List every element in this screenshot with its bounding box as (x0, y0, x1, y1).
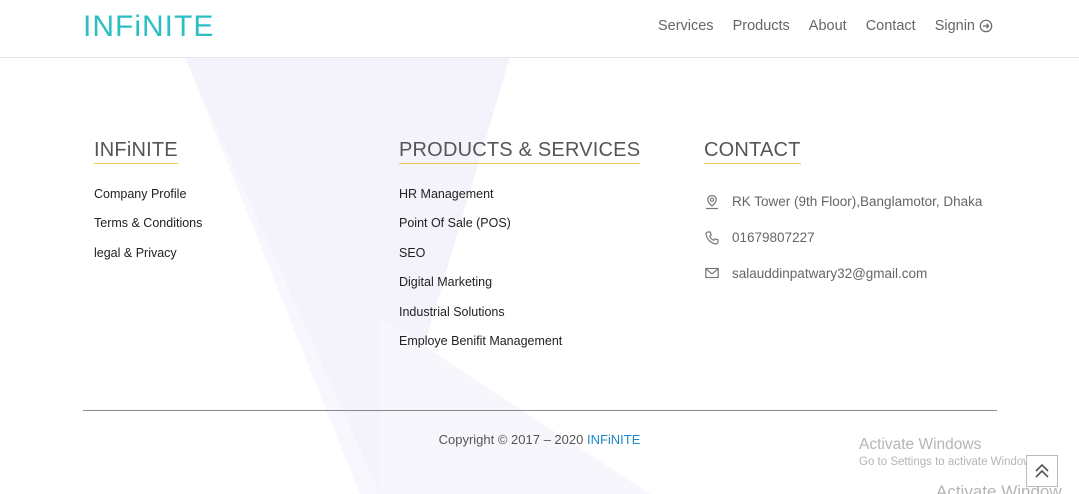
contact-title: CONTACT (704, 139, 801, 164)
main-nav: Services Products About Contact Signin (658, 18, 993, 34)
nav-about[interactable]: About (809, 18, 847, 34)
link-employee-benefit[interactable]: Employe Benifit Management (399, 333, 640, 362)
nav-services[interactable]: Services (658, 18, 714, 34)
copyright-text: Copyright © 2017 – 2020 (438, 432, 587, 447)
contact-address: RK Tower (9th Floor),Banglamotor, Dhaka (704, 184, 982, 220)
arrow-circle-right-icon (979, 19, 993, 33)
nav-signin-label: Signin (934, 18, 975, 34)
footer-company-column: INFiNITE Company Profile Terms & Conditi… (94, 139, 202, 274)
site-header: INFiNITE Services Products About Contact… (0, 0, 1079, 58)
contact-phone: 01679807227 (704, 220, 982, 256)
scroll-to-top-button[interactable] (1026, 455, 1058, 487)
link-company-profile[interactable]: Company Profile (94, 186, 202, 215)
copyright-brand-link[interactable]: INFiNITE (587, 432, 640, 447)
nav-products[interactable]: Products (733, 18, 790, 34)
phone-icon (705, 231, 719, 245)
products-links: HR Management Point Of Sale (POS) SEO Di… (399, 186, 640, 362)
contact-list: RK Tower (9th Floor),Banglamotor, Dhaka … (704, 184, 982, 291)
double-chevron-up-icon (1035, 463, 1049, 478)
watermark-title: Activate Windows (859, 436, 982, 453)
link-industrial-solutions[interactable]: Industrial Solutions (399, 304, 640, 333)
email-text[interactable]: salauddinpatwary32@gmail.com (732, 266, 927, 281)
link-terms-conditions[interactable]: Terms & Conditions (94, 215, 202, 244)
link-hr-management[interactable]: HR Management (399, 186, 640, 215)
footer-products-column: PRODUCTS & SERVICES HR Management Point … (399, 139, 641, 362)
brand-logo[interactable]: INFiNITE (83, 9, 214, 45)
nav-signin[interactable]: Signin (935, 18, 993, 34)
envelope-icon (705, 268, 719, 279)
footer-divider (83, 410, 997, 411)
nav-contact[interactable]: Contact (866, 18, 916, 34)
windows-activation-watermark: Activate Windows Go to Settings to activ… (859, 436, 1041, 468)
link-digital-marketing[interactable]: Digital Marketing (399, 274, 640, 303)
phone-text[interactable]: 01679807227 (732, 230, 815, 245)
link-seo[interactable]: SEO (399, 245, 640, 274)
link-legal-privacy[interactable]: legal & Privacy (94, 245, 202, 274)
watermark-subtitle: Go to Settings to activate Windows. (859, 456, 1041, 468)
footer-contact-column: CONTACT RK Tower (9th Floor),Banglamotor… (704, 139, 982, 291)
company-links: Company Profile Terms & Conditions legal… (94, 186, 202, 274)
products-title: PRODUCTS & SERVICES (399, 139, 641, 164)
contact-email: salauddinpatwary32@gmail.com (704, 256, 982, 292)
company-title: INFiNITE (94, 139, 178, 164)
link-point-of-sale[interactable]: Point Of Sale (POS) (399, 215, 640, 244)
location-pin-icon (706, 194, 718, 209)
address-text: RK Tower (9th Floor),Banglamotor, Dhaka (732, 194, 983, 210)
